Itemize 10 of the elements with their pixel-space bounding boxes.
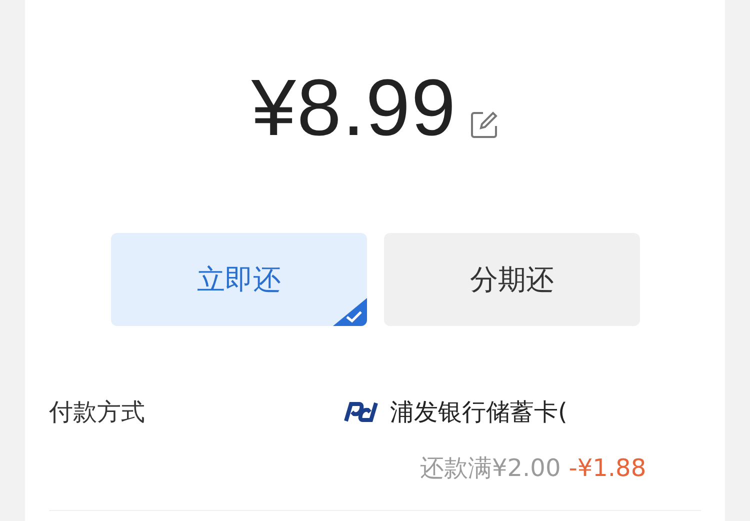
repay-option-button[interactable]: 立即还 bbox=[111, 233, 367, 326]
payment-method-label: 付款方式 bbox=[49, 397, 146, 428]
amount-text: ¥8.99 bbox=[251, 68, 457, 148]
discount-amount: -¥1.88 bbox=[568, 453, 646, 484]
edit-icon[interactable] bbox=[468, 110, 499, 140]
bank-card-name[interactable]: 浦发银行储蓄卡( bbox=[390, 394, 568, 430]
bank-logo-icon bbox=[344, 401, 378, 423]
discount-condition: 还款满¥2.00 bbox=[420, 453, 561, 484]
check-corner-icon bbox=[333, 298, 367, 326]
repay-option-button[interactable]: 分期还 bbox=[384, 233, 640, 326]
